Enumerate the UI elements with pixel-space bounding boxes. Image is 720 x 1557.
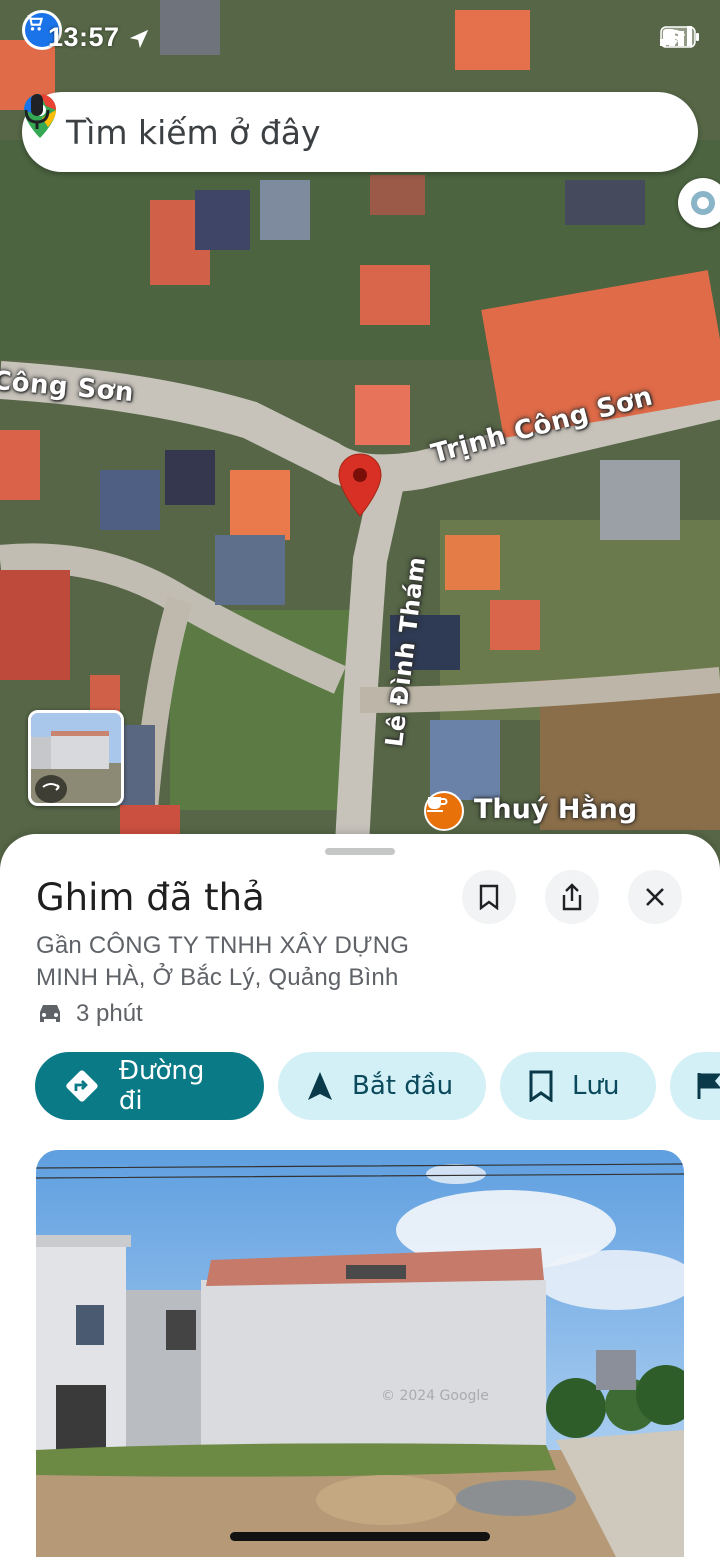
sheet-drag-handle[interactable] [325, 848, 395, 855]
flag-icon [697, 1073, 720, 1099]
save-label: Lưu [572, 1071, 620, 1101]
save-place-button[interactable] [462, 870, 516, 924]
street-view-thumbnail[interactable] [28, 710, 124, 806]
start-navigation-button[interactable]: Bắt đầu [278, 1052, 486, 1120]
directions-button[interactable]: Đường đi [35, 1052, 264, 1120]
close-button[interactable] [628, 870, 682, 924]
search-input[interactable]: Tìm kiếm ở đây [66, 113, 674, 152]
cafe-icon[interactable] [424, 791, 464, 831]
car-icon [40, 1005, 60, 1022]
home-indicator [230, 1532, 490, 1541]
drive-time: 3 phút [36, 1000, 143, 1028]
place-address: Gần CÔNG TY TNHH XÂY DỰNG MINH HÀ, Ở Bắc… [36, 932, 410, 991]
start-label: Bắt đầu [352, 1071, 454, 1101]
bookmark-icon [529, 1070, 553, 1102]
directions-label: Đường đi [118, 1056, 205, 1116]
drive-time-label: 3 phút [76, 1000, 143, 1027]
place-title: Ghim đã thả [36, 876, 265, 919]
map-pin-icon[interactable] [336, 452, 384, 520]
navigation-arrow-icon [308, 1072, 332, 1100]
save-button[interactable]: Lưu [500, 1052, 656, 1120]
map-view[interactable]: Công Sơn Trịnh Công Sơn Lê Đình Thám 13:… [0, 0, 720, 880]
layers-icon [691, 191, 715, 215]
bookmark-icon [479, 884, 499, 910]
street-view-image: © 2024 Google [36, 1150, 684, 1557]
search-bar[interactable]: Tìm kiếm ở đây [22, 92, 698, 172]
street-view-photo[interactable]: © 2024 Google [36, 1150, 684, 1557]
poi-label[interactable]: Thuý Hằng [474, 794, 637, 825]
place-bottom-sheet[interactable]: Ghim đã thả Gần CÔNG TY TNHH XÂY DỰNG MI… [0, 834, 720, 1557]
directions-icon [66, 1070, 98, 1102]
photo-watermark: © 2024 Google [381, 1388, 489, 1404]
compass-button[interactable] [678, 178, 720, 228]
label-button[interactable] [670, 1052, 720, 1120]
status-time: 13:57 [48, 22, 120, 52]
share-button[interactable] [545, 870, 599, 924]
close-icon [646, 888, 664, 906]
share-icon [562, 883, 582, 911]
